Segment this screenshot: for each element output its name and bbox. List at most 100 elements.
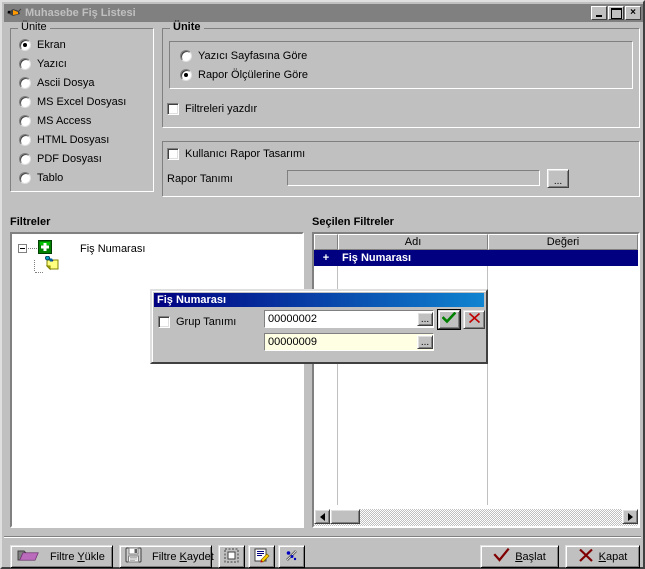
start-button[interactable]: Başlat (480, 545, 559, 568)
radio-dot-icon (19, 39, 31, 51)
row-name: Fiş Numarası (342, 252, 412, 264)
dialog-cancel-button[interactable] (463, 310, 485, 329)
load-filter-button[interactable]: Filtre Yükle (10, 545, 113, 568)
x-mark-icon (578, 548, 594, 566)
unit-group-left-legend: Ünite (18, 22, 50, 33)
maximize-button[interactable] (608, 6, 624, 20)
radio-ms-excel-dosyasi[interactable]: MS Excel Dosyası (19, 96, 126, 108)
edit-document-icon (254, 548, 270, 566)
window-titlebar: Muhasebe Fiş Listesi × (4, 4, 643, 22)
radio-label: Yazıcı (37, 58, 67, 70)
selected-filters-section-title: Seçilen Filtreler (312, 216, 394, 228)
select-all-button[interactable] (218, 545, 245, 568)
radio-label: Yazıcı Sayfasına Göre (198, 50, 308, 62)
window-controls: × (591, 6, 641, 20)
checkbox-label: Filtreleri yazdır (185, 103, 258, 115)
radio-ms-access[interactable]: MS Access (19, 115, 91, 127)
radio-label: Ekran (37, 39, 66, 51)
value-from-browse-button[interactable]: ... (417, 312, 433, 326)
filters-tree-panel[interactable]: Fiş Numarası (10, 232, 304, 528)
wand-icon (284, 548, 300, 566)
report-definition-browse-button[interactable]: ... (547, 169, 569, 188)
report-definition-label: Rapor Tanımı (167, 173, 233, 185)
green-check-icon (441, 311, 457, 327)
radio-tablo[interactable]: Tablo (19, 172, 63, 184)
table-row[interactable]: + Fiş Numarası (314, 250, 638, 266)
radio-dot-icon (180, 69, 192, 81)
dialog-titlebar: Fiş Numarası (154, 293, 484, 307)
tree-line-horizontal (35, 272, 43, 273)
tree-child-node[interactable] (34, 255, 62, 275)
radio-dot-icon (19, 96, 31, 108)
check-mark-icon (493, 547, 510, 566)
unit-group-right: Ünite Yazıcı Sayfasına Göre Rapor Ölçüle… (162, 22, 640, 128)
fis-numarasi-dialog: Fiş Numarası Grup Tanımı 00000002 ... 00… (150, 289, 488, 364)
checkbox-box-icon (167, 148, 179, 160)
close-icon[interactable]: × (625, 6, 641, 20)
checkbox-label: Grup Tanımı (176, 316, 237, 328)
close-glyph: × (630, 7, 636, 18)
radio-label: Ascii Dosya (37, 77, 95, 89)
scroll-right-arrow-icon[interactable] (622, 509, 638, 524)
tree-node-fis-numarasi[interactable]: Fiş Numarası (18, 240, 145, 257)
report-definition-input[interactable] (287, 170, 540, 186)
radio-ekran[interactable]: Ekran (19, 39, 66, 51)
checkbox-box-icon (167, 103, 179, 115)
open-folder-icon (17, 547, 39, 566)
window-title: Muhasebe Fiş Listesi (25, 7, 136, 19)
start-label: Başlat (515, 550, 546, 563)
save-filter-button[interactable]: Filtre Kaydet (119, 545, 214, 568)
unit-group-left: Ünite Ekran Yazıcı Ascii Dosya MS Excel … (10, 22, 154, 192)
scroll-left-arrow-icon[interactable] (314, 509, 330, 524)
document-report-icon (6, 6, 22, 20)
radio-label: MS Excel Dosyası (37, 96, 127, 108)
save-filter-label: Filtre Kaydet (152, 550, 214, 563)
yellow-note-pin-icon (44, 255, 62, 275)
row-value (488, 250, 638, 266)
main-window: Muhasebe Fiş Listesi × Ünite Ekran Yazıc… (0, 0, 645, 569)
radio-label: MS Access (37, 115, 92, 127)
checkbox-label: Kullanıcı Rapor Tasarımı (185, 148, 306, 160)
print-mode-panel: Yazıcı Sayfasına Göre Rapor Ölçülerine G… (169, 41, 633, 89)
wand-button[interactable] (278, 545, 305, 568)
grid-header-indicator[interactable] (314, 234, 338, 250)
grid-header-degeri[interactable]: Değeri (488, 234, 638, 250)
checkbox-box-icon (158, 316, 170, 328)
load-filter-label: Filtre Yükle (50, 550, 105, 563)
radio-dot-icon (180, 50, 192, 62)
tree-line-vertical (34, 260, 35, 271)
edit-document-button[interactable] (248, 545, 275, 568)
radio-pdf-dosyasi[interactable]: PDF Dosyası (19, 153, 102, 165)
minimize-button[interactable] (591, 6, 607, 20)
scrollbar-thumb[interactable] (330, 509, 360, 524)
radio-yazici-sayfasina-gore[interactable]: Yazıcı Sayfasına Göre (180, 50, 307, 62)
value-from-input[interactable]: 00000002 (264, 310, 434, 328)
value-to-browse-button[interactable]: ... (417, 335, 433, 349)
floppy-disk-icon (125, 547, 142, 566)
tree-expander-collapse-icon[interactable] (18, 244, 27, 253)
checkbox-filtreleri-yazdir[interactable]: Filtreleri yazdır (167, 103, 257, 115)
radio-yazici[interactable]: Yazıcı (19, 58, 67, 70)
radio-label: PDF Dosyası (37, 153, 102, 165)
red-x-icon (468, 312, 481, 327)
report-design-group: Kullanıcı Rapor Tasarımı Rapor Tanımı ..… (162, 141, 640, 197)
radio-html-dosyasi[interactable]: HTML Dosyası (19, 134, 109, 146)
green-plus-icon (38, 240, 52, 257)
grid-horizontal-scrollbar[interactable] (314, 509, 638, 526)
row-indicator: + (322, 252, 330, 264)
grid-header-row: Adı Değeri (314, 234, 638, 250)
close-label: Kapat (598, 550, 628, 563)
grid-header-adi[interactable]: Adı (338, 234, 488, 250)
checkbox-kullanici-rapor-tasarimi[interactable]: Kullanıcı Rapor Tasarımı (167, 148, 305, 160)
dialog-ok-button[interactable] (438, 310, 460, 329)
radio-dot-icon (19, 77, 31, 89)
value-to-input[interactable]: 00000009 (264, 333, 434, 351)
selected-filters-grid[interactable]: Adı Değeri + Fiş Numarası (312, 232, 640, 528)
checkbox-grup-tanimi[interactable]: Grup Tanımı (158, 316, 236, 328)
radio-rapor-olculerine-gore[interactable]: Rapor Ölçülerine Göre (180, 69, 308, 81)
tree-line (28, 248, 37, 249)
radio-dot-icon (19, 172, 31, 184)
close-button[interactable]: Kapat (565, 545, 640, 568)
radio-ascii-dosya[interactable]: Ascii Dosya (19, 77, 94, 89)
tree-node-label: Fiş Numarası (80, 242, 146, 255)
